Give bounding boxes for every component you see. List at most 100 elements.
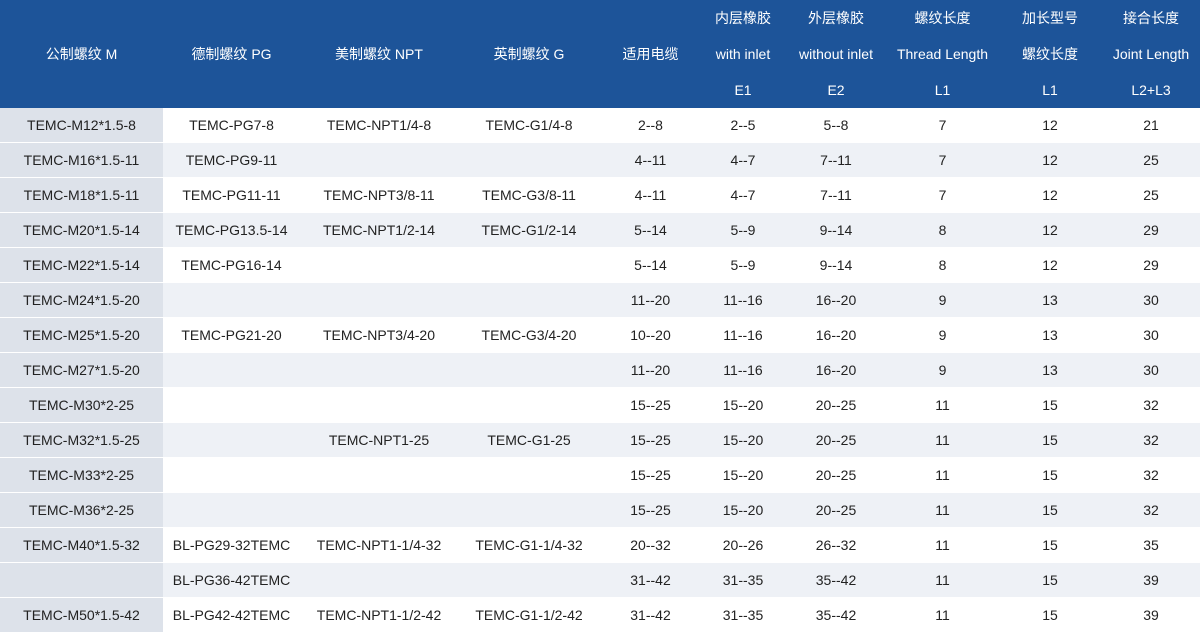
table-cell bbox=[163, 282, 300, 318]
table-cell: TEMC-M22*1.5-14 bbox=[0, 247, 163, 283]
table-cell: 15 bbox=[998, 457, 1102, 493]
table-cell: 15 bbox=[998, 422, 1102, 458]
table-cell: 31--42 bbox=[600, 562, 701, 598]
table-cell: 5--9 bbox=[701, 247, 785, 283]
table-row: TEMC-M30*2-25 15--25 15--20 20--25 11 15 32 bbox=[0, 387, 1200, 423]
column-header: 美制螺纹 NPT bbox=[300, 0, 458, 108]
table-cell: 8 bbox=[887, 247, 998, 283]
table-cell: 26--32 bbox=[785, 527, 887, 563]
column-header-line: with inlet bbox=[715, 46, 771, 62]
table-cell: 15--25 bbox=[600, 387, 701, 423]
table-cell: 4--7 bbox=[701, 142, 785, 178]
table-cell: 39 bbox=[1102, 597, 1200, 633]
table-cell: TEMC-G3/4-20 bbox=[458, 317, 600, 353]
table-cell: 11--16 bbox=[701, 317, 785, 353]
table-cell: TEMC-M16*1.5-11 bbox=[0, 142, 163, 178]
header-row: 公制螺纹 M 德制螺纹 PG 美制螺纹 NPT 英制螺纹 G 适用电缆 内层橡胶 with … bbox=[0, 0, 1200, 108]
table-cell: 11--16 bbox=[701, 282, 785, 318]
table-cell: 5--9 bbox=[701, 212, 785, 248]
table-cell bbox=[458, 492, 600, 528]
table-cell: 11--16 bbox=[701, 352, 785, 388]
table-cell: 20--25 bbox=[785, 457, 887, 493]
table-row: TEMC-M40*1.5-32 BL-PG29-32TEMC TEMC-NPT1-1… bbox=[0, 527, 1200, 563]
table-cell: TEMC-M27*1.5-20 bbox=[0, 352, 163, 388]
table-cell: 39 bbox=[1102, 562, 1200, 598]
column-header-line: 适用电缆 bbox=[622, 46, 679, 62]
table-cell: TEMC-M18*1.5-11 bbox=[0, 177, 163, 213]
table-cell: TEMC-NPT1/2-14 bbox=[300, 212, 458, 248]
table-cell: 16--20 bbox=[785, 282, 887, 318]
table-cell: 9--14 bbox=[785, 247, 887, 283]
table-cell: 29 bbox=[1102, 247, 1200, 283]
table-cell: TEMC-M24*1.5-20 bbox=[0, 282, 163, 318]
table-cell: 11 bbox=[887, 422, 998, 458]
table-cell: 32 bbox=[1102, 457, 1200, 493]
table-cell: 25 bbox=[1102, 142, 1200, 178]
column-header-line: 螺纹长度 bbox=[1022, 46, 1078, 62]
table-cell: TEMC-PG7-8 bbox=[163, 108, 300, 143]
column-header-line: 外层橡胶 bbox=[808, 10, 864, 26]
table-cell bbox=[458, 247, 600, 283]
table-cell: 32 bbox=[1102, 492, 1200, 528]
table-row: TEMC-M25*1.5-20 TEMC-PG21-20 TEMC-NPT3/4-2… bbox=[0, 317, 1200, 353]
table-cell: 29 bbox=[1102, 212, 1200, 248]
table-cell: TEMC-G1-25 bbox=[458, 422, 600, 458]
column-header: 英制螺纹 G bbox=[458, 0, 600, 108]
table-cell: TEMC-NPT1/4-8 bbox=[300, 108, 458, 143]
table-cell bbox=[458, 352, 600, 388]
table-cell: 12 bbox=[998, 177, 1102, 213]
table-cell: 30 bbox=[1102, 282, 1200, 318]
table-cell: 11 bbox=[887, 562, 998, 598]
table-cell bbox=[300, 352, 458, 388]
table-cell bbox=[163, 422, 300, 458]
table-cell: 25 bbox=[1102, 177, 1200, 213]
table-cell: TEMC-M32*1.5-25 bbox=[0, 422, 163, 458]
table-cell: 21 bbox=[1102, 108, 1200, 143]
table-cell bbox=[163, 387, 300, 423]
table-cell: 11--20 bbox=[600, 352, 701, 388]
column-header-line: without inlet bbox=[799, 46, 873, 62]
table-cell bbox=[300, 247, 458, 283]
table-cell bbox=[0, 562, 163, 598]
table-cell: TEMC-M25*1.5-20 bbox=[0, 317, 163, 353]
table-cell: 32 bbox=[1102, 422, 1200, 458]
table-cell: 31--35 bbox=[701, 597, 785, 633]
table-cell: 20--25 bbox=[785, 387, 887, 423]
column-header-line: L2+L3 bbox=[1131, 82, 1171, 98]
table-cell: 15 bbox=[998, 492, 1102, 528]
table-cell: 7--11 bbox=[785, 142, 887, 178]
spec-table: 公制螺纹 M 德制螺纹 PG 美制螺纹 NPT 英制螺纹 G 适用电缆 内层橡胶 with … bbox=[0, 0, 1200, 633]
column-header-line: 内层橡胶 bbox=[715, 10, 771, 26]
column-header: 公制螺纹 M bbox=[0, 0, 163, 108]
column-header: 接合长度 Joint Length L2+L3 bbox=[1102, 0, 1200, 108]
table-cell: 16--20 bbox=[785, 317, 887, 353]
table-row: BL-PG36-42TEMC 31--42 31--35 35--42 11 15 39 bbox=[0, 562, 1200, 598]
table-cell: 12 bbox=[998, 142, 1102, 178]
table-cell: 9--14 bbox=[785, 212, 887, 248]
table-cell: TEMC-G1/4-8 bbox=[458, 108, 600, 143]
table-row: TEMC-M50*1.5-42 BL-PG42-42TEMC TEMC-NPT1-1… bbox=[0, 597, 1200, 633]
table-cell bbox=[458, 562, 600, 598]
table-row: TEMC-M24*1.5-20 11--20 11--16 16--20 9 13 30 bbox=[0, 282, 1200, 318]
table-cell bbox=[300, 457, 458, 493]
table-cell: TEMC-M50*1.5-42 bbox=[0, 597, 163, 633]
table-cell: 5--8 bbox=[785, 108, 887, 143]
table-cell bbox=[163, 492, 300, 528]
table-cell: 30 bbox=[1102, 317, 1200, 353]
column-header: 德制螺纹 PG bbox=[163, 0, 300, 108]
column-header: 螺纹长度 Thread Length L1 bbox=[887, 0, 998, 108]
table-cell: 31--42 bbox=[600, 597, 701, 633]
table-cell: 32 bbox=[1102, 387, 1200, 423]
table-cell: 9 bbox=[887, 352, 998, 388]
table-cell: 11 bbox=[887, 457, 998, 493]
table-cell: 7--11 bbox=[785, 177, 887, 213]
table-cell bbox=[300, 492, 458, 528]
column-header-line: 德制螺纹 PG bbox=[191, 46, 272, 62]
table-cell: 7 bbox=[887, 108, 998, 143]
column-header-line: 接合长度 bbox=[1123, 10, 1179, 26]
table-row: TEMC-M22*1.5-14 TEMC-PG16-14 5--14 5--9 9--1… bbox=[0, 247, 1200, 283]
table-cell: 15 bbox=[998, 597, 1102, 633]
table-cell: 10--20 bbox=[600, 317, 701, 353]
table-cell: 5--14 bbox=[600, 247, 701, 283]
table-cell: TEMC-NPT1-1/2-42 bbox=[300, 597, 458, 633]
